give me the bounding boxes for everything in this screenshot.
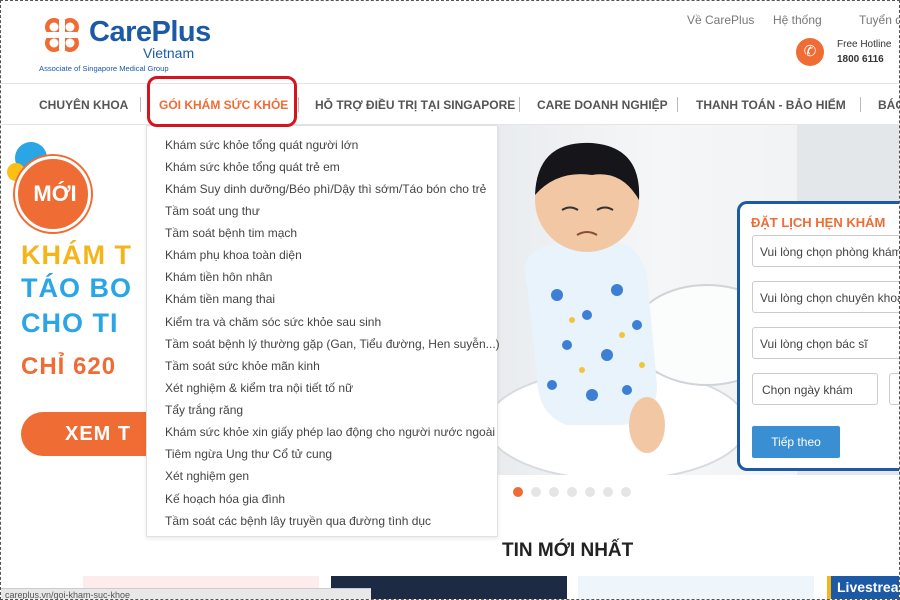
dropdown-item[interactable]: Xét nghiệm gen [165,469,249,483]
time-field[interactable] [889,373,899,405]
next-button[interactable]: Tiếp theo [752,426,840,458]
nav-item-specialties[interactable]: CHUYÊN KHOA [39,98,128,112]
nav-divider [298,97,299,112]
careplus-logo[interactable]: CarePlus Vietnam Associate of Singapore … [39,12,211,74]
dropdown-item[interactable]: Tiêm ngừa Ung thư Cổ tử cung [165,447,332,461]
dropdown-item[interactable]: Khám sức khỏe tổng quát người lớn [165,138,358,152]
brand-tagline: Associate of Singapore Medical Group [39,64,169,73]
dropdown-item[interactable]: Khám tiền hôn nhân [165,270,272,284]
date-field[interactable]: Chọn ngày khám [752,373,878,405]
dropdown-item[interactable]: Tầm soát bệnh tim mạch [165,226,297,240]
health-packages-dropdown: Khám sức khỏe tổng quát người lớn Khám s… [146,125,500,537]
carousel-dot[interactable] [513,487,523,497]
top-link-system[interactable]: Hệ thống [773,13,822,27]
hotline-label: Free Hotline [837,39,892,50]
dropdown-item[interactable]: Khám phụ khoa toàn diện [165,248,302,262]
dropdown-item[interactable]: Tầm soát các bệnh lây truyền qua đường t… [165,514,431,528]
promo-line-1: KHÁM T [21,240,132,270]
clinic-select[interactable]: Vui lòng chọn phòng khám [752,235,899,267]
booking-title: ĐẶT LỊCH HẸN KHÁM [751,215,886,230]
latest-news-title: TIN MỚI NHẤT [502,540,634,561]
hotline-number[interactable]: 1800 6116 [837,54,884,65]
carousel-dot[interactable] [621,487,631,497]
nav-item-payment-insurance[interactable]: THANH TOÁN - BẢO HIỂM [696,98,846,112]
specialty-select[interactable]: Vui lòng chọn chuyên khoa [752,281,899,313]
top-link-about[interactable]: Về CarePlus [687,13,754,27]
dropdown-item[interactable]: Kế hoạch hóa gia đình [165,492,285,506]
dropdown-item[interactable]: Khám sức khỏe xin giấy phép lao động cho… [165,425,495,439]
brand-country: Vietnam [143,45,195,61]
main-nav: CHUYÊN KHOA GÓI KHÁM SỨC KHỎE HỖ TRỢ ĐIỀ… [1,83,899,125]
top-link-careers[interactable]: Tuyển d [859,13,899,27]
browser-status-bar: careplus.vn/goi-kham-suc-khoe [1,588,371,599]
carousel-dot[interactable] [549,487,559,497]
dropdown-item[interactable]: Khám tiền mang thai [165,292,275,306]
nav-item-corporate-care[interactable]: CARE DOANH NGHIỆP [537,98,668,112]
dropdown-item[interactable]: Xét nghiệm & kiểm tra nội tiết tố nữ [165,381,353,395]
nav-item-singapore-treatment[interactable]: HỖ TRỢ ĐIỀU TRỊ TẠI SINGAPORE [315,98,515,112]
nav-item-news[interactable]: BÁO [878,98,899,112]
page: CarePlus Vietnam Associate of Singapore … [0,0,900,600]
news-thumbnail[interactable] [578,576,814,599]
dropdown-item[interactable]: Tẩy trắng răng [165,403,243,417]
nav-divider [860,97,861,112]
careplus-logo-mark-icon [45,18,79,52]
carousel-dot[interactable] [531,487,541,497]
view-more-label: XEM T [65,423,132,445]
dropdown-item[interactable]: Khám Suy dinh dưỡng/Béo phì/Dậy thì sớm/… [165,182,486,196]
dropdown-item[interactable]: Kiểm tra và chăm sóc sức khỏe sau sinh [165,315,381,329]
carousel-dot[interactable] [603,487,613,497]
nav-divider [140,97,141,112]
highlight-annotation [147,76,297,127]
promo-line-2: TÁO BO [21,273,132,303]
phone-icon[interactable]: ✆ [796,38,824,66]
dropdown-item[interactable]: Tầm soát bệnh lý thường gặp (Gan, Tiểu đ… [165,337,500,351]
promo-price: CHỈ 620 [21,353,117,380]
doctor-select[interactable]: Vui lòng chọn bác sĩ [752,327,899,359]
promo-line-3: CHO TI [21,308,119,338]
carousel-dot[interactable] [567,487,577,497]
dropdown-item[interactable]: Tầm soát sức khỏe mãn kinh [165,359,320,373]
dropdown-item[interactable]: Tầm soát ung thư [165,204,260,218]
dropdown-item[interactable]: Khám sức khỏe tổng quát trẻ em [165,160,340,174]
new-badge-label: MỚI [33,181,77,206]
livestream-label: Livestrea [837,579,899,595]
carousel-dot[interactable] [585,487,595,497]
nav-divider [677,97,678,112]
nav-divider [519,97,520,112]
